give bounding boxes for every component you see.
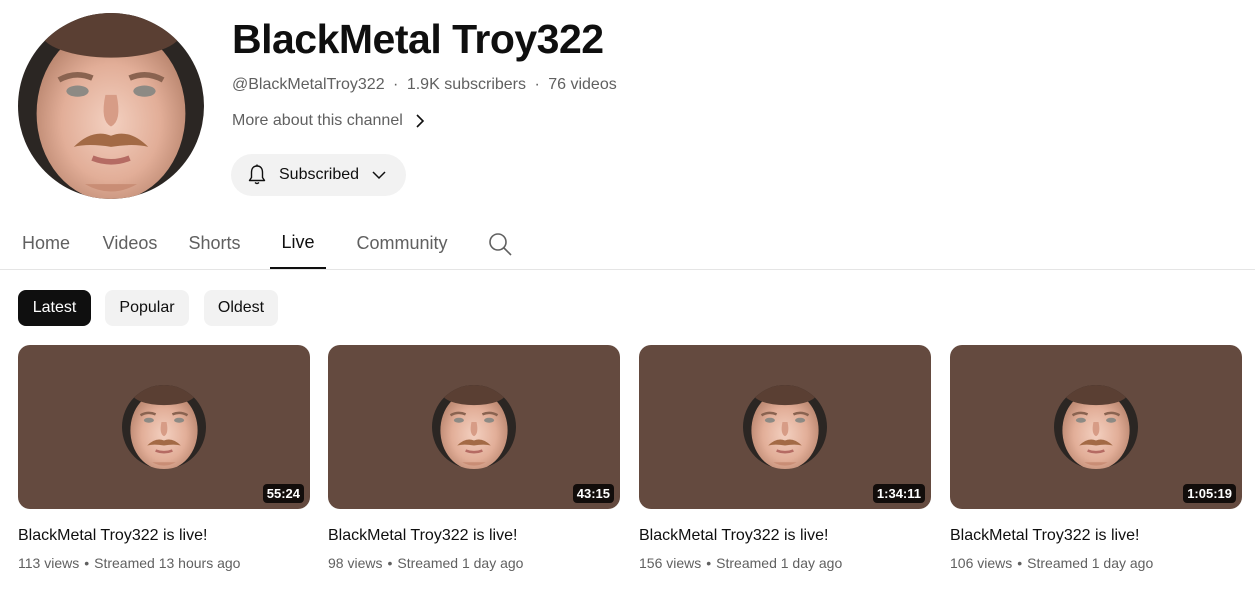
video-title[interactable]: BlackMetal Troy322 is live!: [18, 525, 310, 547]
tab-home[interactable]: Home: [20, 218, 72, 269]
video-card[interactable]: 1:05:19 BlackMetal Troy322 is live! 106 …: [950, 345, 1242, 573]
video-thumbnail[interactable]: 1:05:19: [950, 345, 1242, 509]
video-title[interactable]: BlackMetal Troy322 is live!: [950, 525, 1242, 547]
video-thumbnail[interactable]: 1:34:11: [639, 345, 931, 509]
video-meta: 98 views • Streamed 1 day ago: [328, 553, 620, 573]
thumbnail-avatar: [743, 385, 827, 469]
video-meta: 156 views • Streamed 1 day ago: [639, 553, 931, 573]
video-card[interactable]: 43:15 BlackMetal Troy322 is live! 98 vie…: [328, 345, 620, 573]
channel-handle: @BlackMetalTroy322: [232, 76, 385, 93]
channel-avatar: [18, 13, 204, 199]
bell-icon: [248, 164, 266, 185]
chip-latest[interactable]: Latest: [18, 290, 91, 326]
meta-bullet: •: [84, 555, 90, 571]
video-thumbnail[interactable]: 43:15: [328, 345, 620, 509]
channel-title: BlackMetal Troy322: [232, 16, 604, 62]
subscribed-button[interactable]: Subscribed: [231, 154, 406, 196]
tab-videos[interactable]: Videos: [100, 218, 160, 269]
meta-bullet: •: [1017, 555, 1023, 571]
streamed-time: Streamed 1 day ago: [1027, 555, 1154, 571]
video-title[interactable]: BlackMetal Troy322 is live!: [328, 525, 620, 547]
tab-community[interactable]: Community: [352, 218, 452, 269]
tab-shorts[interactable]: Shorts: [186, 218, 243, 269]
meta-bullet: •: [706, 555, 712, 571]
video-title[interactable]: BlackMetal Troy322 is live!: [639, 525, 931, 547]
video-meta: 106 views • Streamed 1 day ago: [950, 553, 1242, 573]
video-card[interactable]: 1:34:11 BlackMetal Troy322 is live! 156 …: [639, 345, 931, 573]
more-about-label: More about this channel: [232, 112, 403, 129]
video-count: 76 videos: [548, 76, 617, 93]
tab-live[interactable]: Live: [270, 218, 326, 269]
video-thumbnail[interactable]: 55:24: [18, 345, 310, 509]
chevron-right-icon: [416, 114, 424, 128]
streamed-time: Streamed 1 day ago: [397, 555, 524, 571]
streamed-time: Streamed 13 hours ago: [94, 555, 241, 571]
view-count: 98 views: [328, 555, 383, 571]
video-meta: 113 views • Streamed 13 hours ago: [18, 553, 310, 573]
chevron-down-icon: [372, 171, 386, 180]
video-duration: 43:15: [572, 484, 614, 503]
subscribed-label: Subscribed: [279, 166, 360, 183]
video-duration: 1:34:11: [872, 484, 925, 503]
thumbnail-avatar: [432, 385, 516, 469]
meta-bullet: •: [387, 555, 393, 571]
subscriber-count: 1.9K subscribers: [406, 76, 526, 93]
view-count: 113 views: [18, 555, 80, 571]
chip-oldest[interactable]: Oldest: [204, 290, 278, 326]
view-count: 156 views: [639, 555, 702, 571]
meta-separator: ·: [534, 76, 540, 93]
meta-separator: ·: [393, 76, 399, 93]
streamed-time: Streamed 1 day ago: [716, 555, 843, 571]
video-duration: 55:24: [262, 484, 304, 503]
video-card[interactable]: 55:24 BlackMetal Troy322 is live! 113 vi…: [18, 345, 310, 573]
video-duration: 1:05:19: [1183, 484, 1236, 503]
channel-tabs: Home Videos Shorts Live Community: [0, 218, 1255, 270]
more-about-link[interactable]: More about this channel: [232, 110, 427, 132]
search-icon[interactable]: [487, 231, 513, 257]
thumbnail-avatar: [1054, 385, 1138, 469]
view-count: 106 views: [950, 555, 1013, 571]
thumbnail-avatar: [122, 385, 206, 469]
channel-meta: @BlackMetalTroy322 · 1.9K subscribers · …: [232, 74, 617, 96]
chip-popular[interactable]: Popular: [105, 290, 189, 326]
